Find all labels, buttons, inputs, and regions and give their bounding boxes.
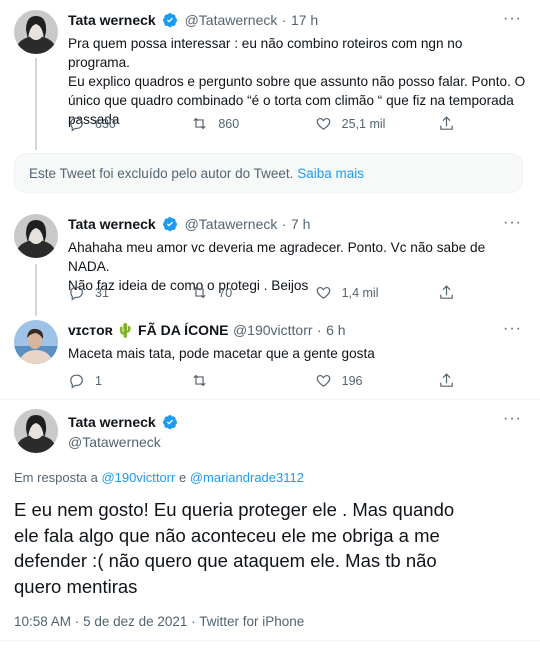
like-button[interactable]: 196 — [315, 372, 405, 389]
tweet-time[interactable]: 17 h — [291, 12, 318, 28]
author-name[interactable]: Tata werneck — [68, 12, 156, 28]
retweet-icon — [193, 374, 206, 387]
main-tweet-text: E eu nem gosto! Eu queria proteger ele .… — [14, 499, 455, 597]
reply-button[interactable]: 1 — [68, 372, 158, 389]
retweet-button[interactable]: 860 — [191, 115, 281, 132]
avatar[interactable] — [14, 409, 58, 453]
author-handle[interactable]: @Tatawerneck — [185, 216, 278, 232]
share-button[interactable] — [438, 372, 458, 389]
more-options-icon[interactable]: ··· — [503, 320, 522, 338]
learn-more-link[interactable]: Saiba mais — [297, 166, 364, 181]
retweet-icon — [193, 117, 206, 130]
author-handle[interactable]: @190victtorr — [233, 322, 313, 338]
verified-badge-icon — [162, 216, 178, 232]
verified-badge-icon — [162, 414, 178, 430]
share-icon — [440, 285, 453, 299]
tweet-meta: 10:58 AM · 5 de dez de 2021 · Twitter fo… — [14, 614, 305, 629]
more-options-icon[interactable]: ··· — [503, 214, 522, 232]
like-button[interactable]: 1,4 mil — [315, 284, 405, 301]
divider — [0, 640, 540, 641]
tweet-text: Maceta mais tata, pode macetar que a gen… — [68, 346, 375, 361]
tweet-header: Tata werneck @Tatawerneck · 17 h — [68, 12, 319, 28]
tweet-time[interactable]: 7 h — [291, 216, 310, 232]
heart-icon — [316, 117, 330, 130]
tweet-actions: 31 70 1,4 mil — [68, 284, 458, 301]
deleted-tweet-notice: Este Tweet foi excluído pelo autor do Tw… — [14, 153, 523, 193]
avatar[interactable] — [14, 320, 58, 364]
divider — [0, 399, 540, 400]
share-icon — [440, 116, 453, 130]
verified-badge-icon — [162, 12, 178, 28]
author-name[interactable]: Tata werneck — [68, 414, 156, 430]
reply-icon — [70, 286, 83, 301]
heart-icon — [316, 374, 330, 387]
main-tweet-author: Tata werneck @Tatawerneck — [68, 414, 180, 450]
author-handle[interactable]: @Tatawerneck — [185, 12, 278, 28]
share-button[interactable] — [438, 115, 458, 132]
thread-line — [35, 58, 37, 150]
reply-button[interactable]: 630 — [68, 115, 158, 132]
retweet-button[interactable]: 70 — [191, 284, 281, 301]
tweet-date[interactable]: 5 de dez de 2021 — [83, 614, 187, 629]
tweet-source[interactable]: Twitter for iPhone — [199, 614, 304, 629]
reply-context: Em resposta a @190victtorr e @mariandrad… — [14, 470, 304, 485]
author-handle[interactable]: @Tatawerneck — [68, 434, 180, 450]
tweet-actions: 1 196 — [68, 372, 458, 389]
share-button[interactable] — [438, 284, 458, 301]
author-name[interactable]: Tata werneck — [68, 216, 156, 232]
tweet-header: Tata werneck @Tatawerneck · 7 h — [68, 216, 311, 232]
mention-link[interactable]: @mariandrade3112 — [190, 470, 304, 485]
share-icon — [440, 373, 453, 387]
more-options-icon[interactable]: ··· — [503, 410, 522, 428]
more-options-icon[interactable]: ··· — [503, 10, 522, 28]
tweet-actions: 630 860 25,1 mil — [68, 115, 458, 132]
reply-icon — [70, 117, 83, 132]
heart-icon — [316, 286, 330, 299]
author-name[interactable]: ᴠɪᴄᴛᴏʀ 🌵 FÃ DA ÍCONE — [68, 322, 229, 338]
avatar[interactable] — [14, 10, 58, 54]
retweet-button[interactable] — [191, 372, 281, 389]
avatar[interactable] — [14, 214, 58, 258]
tweet-time[interactable]: 10:58 AM — [14, 614, 71, 629]
reply-button[interactable]: 31 — [68, 284, 158, 301]
tweet-time[interactable]: 6 h — [326, 322, 345, 338]
retweet-icon — [193, 286, 206, 299]
like-button[interactable]: 25,1 mil — [315, 115, 405, 132]
thread-line — [35, 264, 37, 316]
mention-link[interactable]: @190victtorr — [101, 470, 175, 485]
tweet-header: ᴠɪᴄᴛᴏʀ 🌵 FÃ DA ÍCONE @190victtorr · 6 h — [68, 322, 346, 338]
reply-icon — [70, 374, 83, 389]
